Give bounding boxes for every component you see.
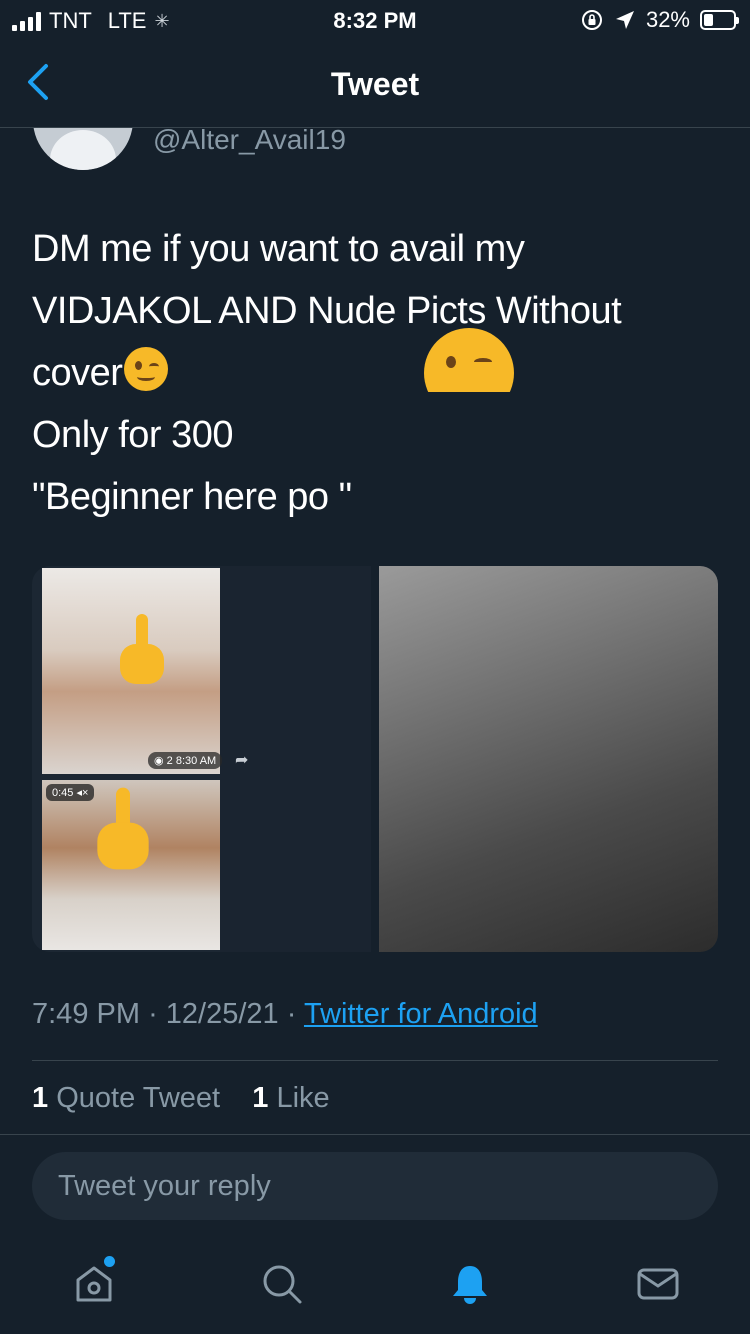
page-title: Tweet — [330, 66, 420, 102]
battery-percent: 32% — [645, 7, 690, 32]
tweet-timestamp: 7:49 PM · 12/25/21 · Twitter for Android — [32, 998, 538, 1031]
tweet-line-with-emoji: cover — [32, 342, 722, 404]
tweet-text: DM me if you want to avail my VIDJAKOL A… — [32, 218, 722, 528]
video-duration: 0:45 — [52, 787, 74, 799]
battery-icon — [700, 10, 739, 30]
avatar-body — [50, 130, 116, 170]
divider — [0, 1134, 750, 1135]
tab-notifications[interactable] — [446, 1260, 494, 1308]
search-icon — [263, 1265, 302, 1304]
quote-tweets-link[interactable]: 1 Quote Tweet — [32, 1082, 220, 1114]
tweet-time: 7:49 PM — [32, 998, 140, 1030]
pointing-finger-emoji-icon — [97, 787, 149, 870]
divider — [32, 1060, 718, 1061]
messages-icon — [637, 1268, 679, 1300]
separator: · — [286, 998, 297, 1030]
view-count: 2 — [166, 755, 173, 767]
tweet-line: "Beginner here po " — [32, 476, 352, 518]
message-meta-chip: ◉ 2 8:30 AM — [148, 752, 223, 769]
reply-input[interactable] — [32, 1152, 718, 1220]
home-icon — [76, 1266, 112, 1302]
tweet-media[interactable]: ◉ 2 8:30 AM ➦ 0:45 ◂× — [32, 566, 718, 952]
media-image-right[interactable] — [379, 566, 718, 952]
media-image-left[interactable]: ◉ 2 8:30 AM ➦ 0:45 ◂× — [32, 566, 371, 952]
video-duration-chip: 0:45 ◂× — [46, 784, 95, 801]
engagement-counts: 1 Quote Tweet 1 Like — [32, 1082, 330, 1115]
header: Tweet — [0, 40, 750, 128]
status-right: 32% — [580, 7, 739, 33]
quote-count: 1 — [32, 1082, 49, 1114]
orientation-lock-icon — [581, 10, 602, 30]
like-label: Like — [276, 1082, 330, 1114]
likes-link[interactable]: 1 Like — [252, 1082, 329, 1114]
mute-icon: ◂× — [76, 787, 89, 799]
new-content-dot — [104, 1256, 115, 1267]
tweet-date: 12/25/21 — [165, 998, 279, 1030]
tweet-line: Only for 300 — [32, 414, 234, 456]
tab-home[interactable] — [70, 1260, 118, 1308]
winking-face-icon — [124, 347, 169, 391]
tab-bar — [0, 1236, 750, 1334]
quote-label: Quote Tweet — [56, 1082, 221, 1114]
tweet-line: cover — [32, 352, 123, 394]
like-count: 1 — [252, 1082, 269, 1114]
tweet-line: DM me if you want to avail my — [32, 228, 525, 270]
status-bar: TNT LTE ✳ 8:32 PM 32% — [0, 0, 750, 40]
message-time: 8:30 AM — [175, 755, 217, 767]
eye-icon: ◉ — [154, 755, 164, 767]
tab-messages[interactable] — [634, 1260, 682, 1308]
author-handle[interactable]: @Alter_Avail19 — [153, 124, 346, 156]
notifications-icon — [453, 1266, 487, 1304]
tweet-source-link[interactable]: Twitter for Android — [304, 998, 538, 1030]
tab-search[interactable] — [258, 1260, 306, 1308]
reply-box[interactable] — [32, 1152, 718, 1220]
pointing-finger-emoji-icon — [120, 614, 164, 684]
location-arrow-icon — [615, 11, 634, 29]
separator: · — [148, 998, 158, 1030]
battery-fill — [704, 14, 713, 26]
share-arrow-icon: ➦ — [235, 752, 249, 769]
tweet-line: VIDJAKOL AND Nude Picts Without — [32, 290, 622, 332]
